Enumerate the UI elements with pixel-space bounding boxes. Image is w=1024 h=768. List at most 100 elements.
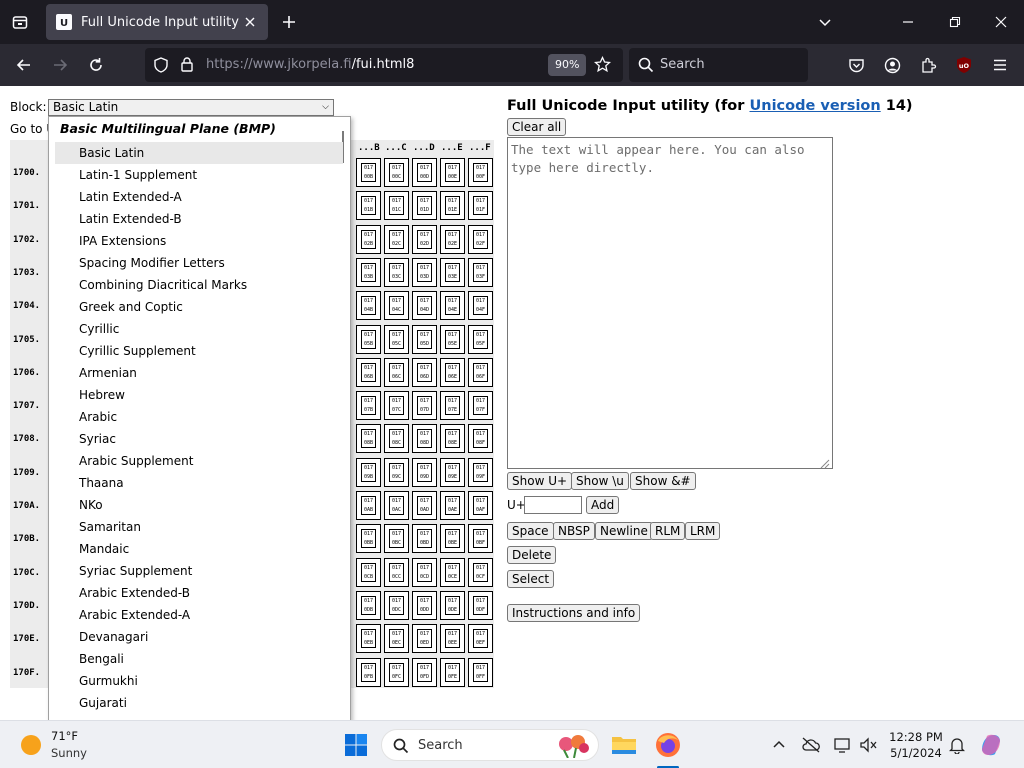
character-cell[interactable]: 017 05E: [440, 324, 465, 354]
character-cell[interactable]: 017 0BD: [412, 524, 437, 554]
dropdown-option[interactable]: Cyrillic: [55, 318, 343, 340]
character-cell[interactable]: 017 0DE: [440, 590, 465, 620]
dropdown-option[interactable]: Arabic Supplement: [55, 450, 343, 472]
character-cell[interactable]: 017 0CC: [384, 557, 409, 587]
character-cell[interactable]: 017 0AC: [384, 491, 409, 520]
character-cell[interactable]: 017 0CB: [356, 557, 381, 587]
url-text[interactable]: https://www.jkorpela.fi/fui.html8: [206, 57, 414, 72]
dropdown-option[interactable]: Arabic Extended-A: [55, 604, 343, 626]
character-cell[interactable]: 017 0CF: [468, 557, 493, 587]
character-cell[interactable]: 017 0AE: [440, 491, 465, 520]
taskbar-search-box[interactable]: Search: [381, 729, 599, 761]
show-u-plus-button[interactable]: Show U+: [507, 472, 573, 490]
character-cell[interactable]: 017 0BF: [468, 524, 493, 554]
show-hidden-icons-chevron-icon[interactable]: [766, 732, 792, 758]
character-cell[interactable]: 017 07D: [412, 391, 437, 421]
character-cell[interactable]: 017 01F: [468, 191, 493, 221]
close-tab-icon[interactable]: [242, 14, 258, 30]
character-cell[interactable]: 017 0CD: [412, 557, 437, 587]
close-window-icon[interactable]: [990, 11, 1012, 33]
character-cell[interactable]: 017 08B: [356, 424, 381, 454]
instructions-button[interactable]: Instructions and info: [507, 604, 641, 622]
weather-sun-icon[interactable]: [18, 732, 44, 758]
character-cell[interactable]: 017 00E: [440, 158, 465, 187]
character-cell[interactable]: 017 0ED: [412, 624, 437, 654]
character-cell[interactable]: 017 0AB: [356, 491, 381, 520]
character-cell[interactable]: 017 05B: [356, 324, 381, 354]
character-cell[interactable]: 017 03B: [356, 257, 381, 287]
show-ampersand-hash-button[interactable]: Show &#: [630, 472, 696, 490]
dropdown-option[interactable]: Cyrillic Supplement: [55, 340, 343, 362]
character-cell[interactable]: 017 02F: [468, 224, 493, 254]
character-cell[interactable]: 017 00D: [412, 158, 437, 187]
pocket-icon[interactable]: [844, 53, 868, 77]
minimize-icon[interactable]: [897, 11, 919, 33]
character-cell[interactable]: 017 00B: [356, 158, 381, 187]
weather-condition[interactable]: Sunny: [51, 746, 87, 760]
block-dropdown-list[interactable]: Basic Multilingual Plane (BMP) Basic Lat…: [48, 116, 351, 720]
dropdown-option[interactable]: IPA Extensions: [55, 230, 343, 252]
ublock-origin-icon[interactable]: uO: [952, 53, 976, 77]
character-cell[interactable]: 017 09B: [356, 457, 381, 487]
character-cell[interactable]: 017 0EF: [468, 624, 493, 654]
character-cell[interactable]: 017 09C: [384, 457, 409, 487]
rlm-button[interactable]: RLM: [650, 522, 686, 540]
character-cell[interactable]: 017 0EC: [384, 624, 409, 654]
list-tabs-chevron-icon[interactable]: [814, 11, 836, 33]
output-textarea[interactable]: The text will appear here. You can also …: [507, 137, 833, 469]
system-clock[interactable]: 12:28 PM 5/1/2024: [886, 729, 946, 761]
character-cell[interactable]: 017 0FC: [384, 657, 409, 687]
dropdown-option[interactable]: NKo: [55, 494, 343, 516]
character-cell[interactable]: 017 04F: [468, 291, 493, 321]
character-cell[interactable]: 017 03F: [468, 257, 493, 287]
lock-icon[interactable]: [179, 56, 195, 76]
notifications-bell-icon[interactable]: [944, 732, 970, 758]
unicode-version-link[interactable]: Unicode version: [749, 98, 880, 114]
character-cell[interactable]: 017 0BB: [356, 524, 381, 554]
display-icon[interactable]: [830, 732, 856, 758]
new-tab-icon[interactable]: [278, 11, 300, 33]
character-cell[interactable]: 017 00C: [384, 158, 409, 187]
dropdown-option[interactable]: Gurmukhi: [55, 670, 343, 692]
character-cell[interactable]: 017 01C: [384, 191, 409, 221]
character-cell[interactable]: 017 09E: [440, 457, 465, 487]
search-bar[interactable]: Search: [629, 48, 808, 82]
file-explorer-icon[interactable]: [611, 732, 637, 758]
show-backslash-u-button[interactable]: Show \u: [571, 472, 629, 490]
code-point-input[interactable]: [524, 496, 582, 514]
character-cell[interactable]: 017 03C: [384, 257, 409, 287]
character-cell[interactable]: 017 04B: [356, 291, 381, 321]
dropdown-option[interactable]: Armenian: [55, 362, 343, 384]
character-cell[interactable]: 017 0DC: [384, 590, 409, 620]
clear-all-button[interactable]: Clear all: [507, 118, 567, 136]
bookmark-star-icon[interactable]: [593, 55, 612, 76]
back-arrow-icon[interactable]: [12, 53, 36, 77]
account-icon[interactable]: [880, 53, 904, 77]
newline-button[interactable]: Newline: [595, 522, 653, 540]
character-cell[interactable]: 017 09D: [412, 457, 437, 487]
nbsp-button[interactable]: NBSP: [553, 522, 595, 540]
character-cell[interactable]: 017 0EB: [356, 624, 381, 654]
character-cell[interactable]: 017 02D: [412, 224, 437, 254]
character-cell[interactable]: 017 08E: [440, 424, 465, 454]
active-tab[interactable]: U Full Unicode Input utility: [46, 4, 268, 40]
dropdown-option[interactable]: Basic Latin: [55, 142, 343, 164]
character-cell[interactable]: 017 03E: [440, 257, 465, 287]
character-cell[interactable]: 017 0DB: [356, 590, 381, 620]
shield-icon[interactable]: [153, 57, 169, 76]
extensions-icon[interactable]: [916, 53, 940, 77]
character-cell[interactable]: 017 05C: [384, 324, 409, 354]
character-cell[interactable]: 017 04E: [440, 291, 465, 321]
url-bar[interactable]: https://www.jkorpela.fi/fui.html8 90%: [145, 48, 623, 82]
character-cell[interactable]: 017 06E: [440, 357, 465, 387]
dropdown-option[interactable]: Mandaic: [55, 538, 343, 560]
dropdown-option[interactable]: Greek and Coptic: [55, 296, 343, 318]
character-cell[interactable]: 017 0DF: [468, 590, 493, 620]
character-cell[interactable]: 017 06D: [412, 357, 437, 387]
character-cell[interactable]: 017 02B: [356, 224, 381, 254]
resize-grip-icon[interactable]: [820, 456, 830, 469]
copilot-icon[interactable]: [978, 732, 1004, 758]
character-cell[interactable]: 017 05D: [412, 324, 437, 354]
character-cell[interactable]: 017 02E: [440, 224, 465, 254]
character-cell[interactable]: 017 0FB: [356, 657, 381, 687]
